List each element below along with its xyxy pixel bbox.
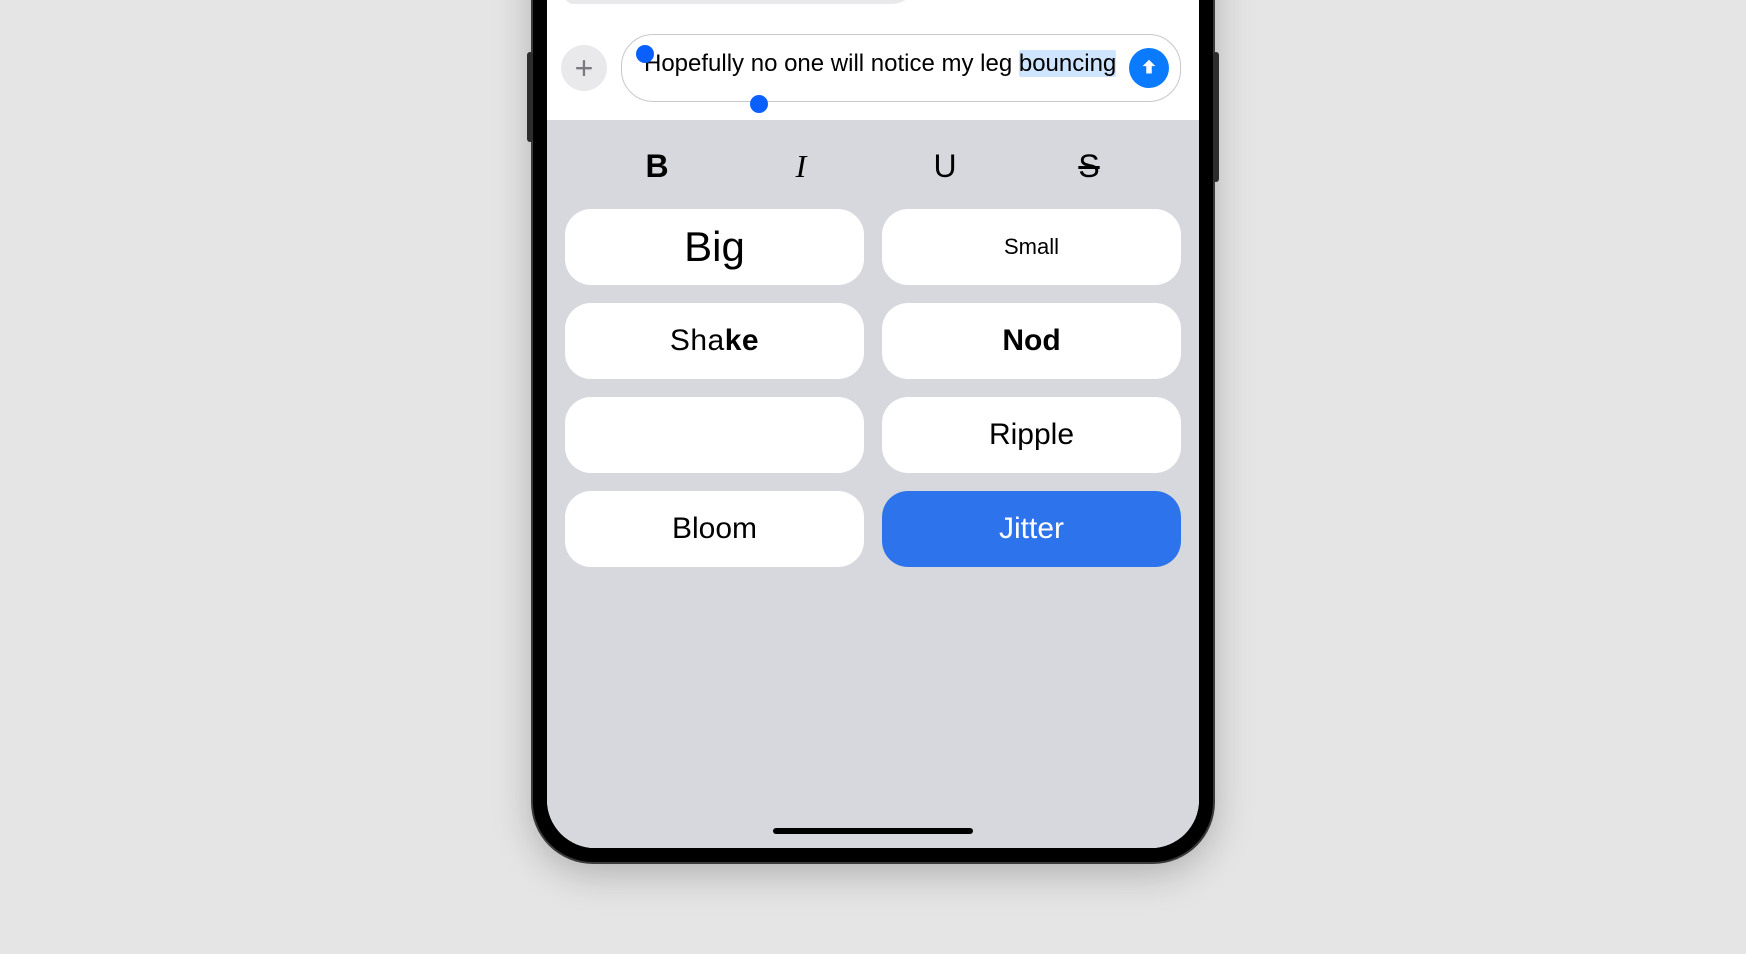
plus-icon: + (575, 50, 594, 87)
compose-row: + Hopefully no one will notice my leg bo… (547, 12, 1199, 120)
phone-frame: Delivered One triple shot coming up ☕️ +… (533, 0, 1213, 862)
stage: Delivered One triple shot coming up ☕️ +… (0, 0, 1746, 954)
text-effects-panel: B I U S Big Small Shake Nod Ripple Bloom… (547, 120, 1199, 848)
apps-plus-button[interactable]: + (561, 45, 607, 91)
screen: Delivered One triple shot coming up ☕️ +… (547, 0, 1199, 848)
effect-nod[interactable]: Nod (882, 303, 1181, 379)
send-button[interactable] (1129, 48, 1169, 88)
effect-small[interactable]: Small (882, 209, 1181, 285)
format-row: B I U S (565, 138, 1181, 191)
shake-emph: ke (725, 324, 759, 358)
compose-input-wrap: Hopefully no one will notice my leg boun… (621, 34, 1181, 102)
selection-handle-end[interactable] (750, 95, 768, 113)
shake-prefix: Sha (670, 324, 725, 358)
italic-button[interactable]: I (771, 148, 831, 185)
strikethrough-button[interactable]: S (1059, 148, 1119, 185)
selected-text[interactable]: bouncing (1019, 50, 1116, 77)
effect-jitter[interactable]: Jitter (882, 491, 1181, 567)
effects-grid: Big Small Shake Nod Ripple Bloom Jitter (565, 209, 1181, 567)
home-indicator[interactable] (773, 828, 973, 834)
arrow-up-icon (1138, 57, 1160, 79)
compose-text: Hopefully no one will notice my leg (644, 50, 1019, 77)
selection-handle-start[interactable] (636, 45, 654, 63)
conversation-area: Delivered One triple shot coming up ☕️ (547, 0, 1199, 12)
effect-big[interactable]: Big (565, 209, 864, 285)
underline-button[interactable]: U (915, 148, 975, 185)
effect-shake[interactable]: Shake (565, 303, 864, 379)
received-message-bubble[interactable]: One triple shot coming up ☕️ (565, 0, 919, 4)
bold-button[interactable]: B (627, 148, 687, 185)
effect-ripple[interactable]: Ripple (882, 397, 1181, 473)
message-input[interactable]: Hopefully no one will notice my leg boun… (621, 34, 1181, 102)
effect-blank[interactable] (565, 397, 864, 473)
effect-bloom[interactable]: Bloom (565, 491, 864, 567)
